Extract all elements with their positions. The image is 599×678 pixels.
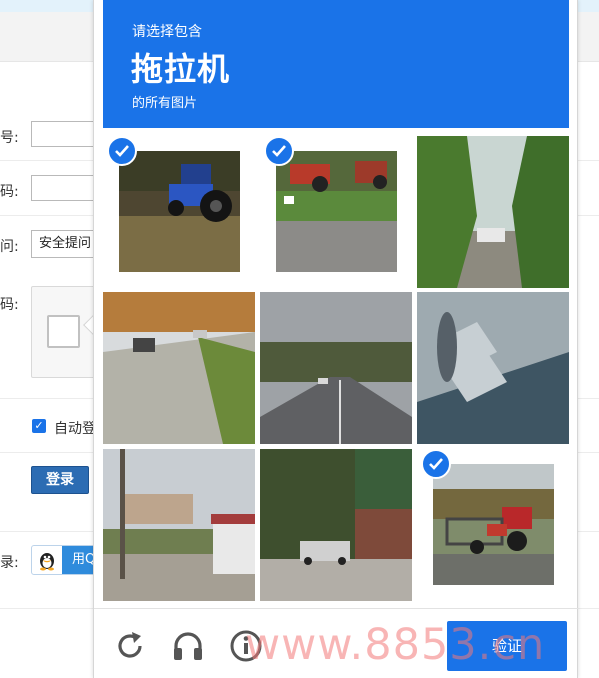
qq-login-button[interactable]: 用Q (31, 545, 102, 575)
image-tile-3[interactable] (417, 136, 569, 288)
question-label: 问: (0, 239, 19, 255)
login-button[interactable]: 登录 (31, 466, 89, 494)
instruction-line-1: 请选择包含 (132, 24, 202, 40)
headphones-icon[interactable] (170, 628, 206, 664)
account-label: 号: (0, 130, 19, 146)
image-tile-5[interactable] (260, 292, 412, 444)
captcha-label: 码: (0, 297, 19, 313)
footer-divider (94, 608, 579, 609)
challenge-header: 请选择包含 拖拉机 的所有图片 (103, 0, 569, 128)
selected-check-icon (107, 136, 137, 166)
site-watermark: www.8853.cn (245, 620, 546, 670)
password-label: 码: (0, 184, 19, 200)
auto-login-checkbox[interactable]: ✓ (32, 419, 46, 433)
selected-check-icon (421, 449, 451, 479)
password-input[interactable] (31, 175, 101, 201)
reload-icon[interactable] (112, 628, 148, 664)
image-tile-8[interactable] (260, 449, 412, 601)
image-tile-9[interactable] (417, 449, 569, 601)
image-tile-1[interactable] (103, 136, 255, 288)
image-challenge-panel: 请选择包含 拖拉机 的所有图片 验证 (93, 0, 579, 678)
image-tile-2[interactable] (260, 136, 412, 288)
selected-check-icon (264, 136, 294, 166)
captcha-checkbox[interactable] (47, 315, 80, 348)
image-tile-7[interactable] (103, 449, 255, 601)
qq-penguin-icon (36, 549, 58, 571)
account-input[interactable] (31, 121, 101, 147)
security-question-select[interactable]: 安全提问 (31, 230, 101, 258)
other-login-label: 录: (0, 555, 19, 571)
instruction-line-3: 的所有图片 (132, 96, 198, 111)
image-tile-4[interactable] (103, 292, 255, 444)
auto-login-label: 自动登 (54, 421, 96, 437)
instruction-target: 拖拉机 (131, 50, 231, 88)
image-tile-6[interactable] (417, 292, 569, 444)
